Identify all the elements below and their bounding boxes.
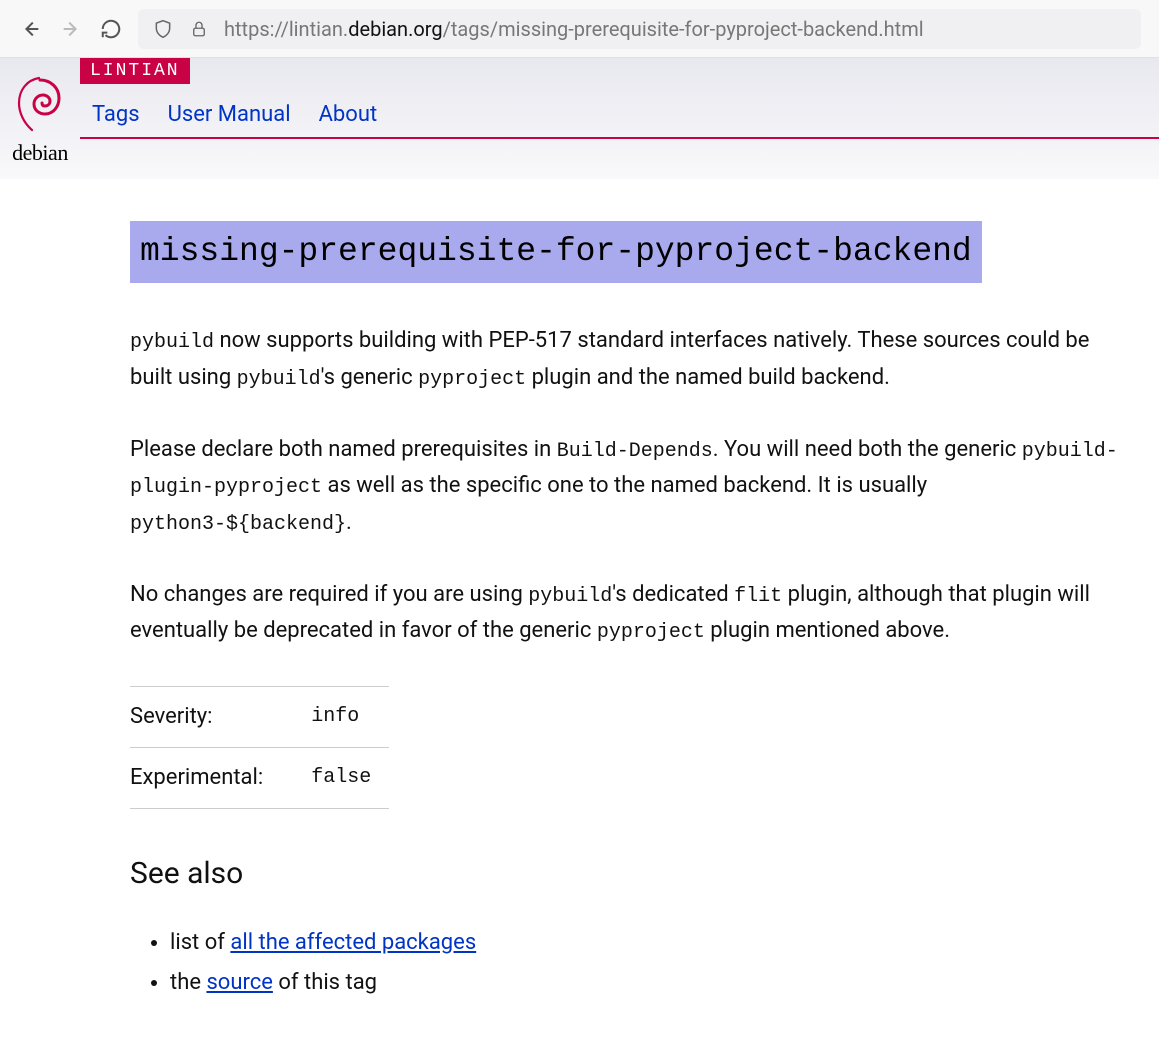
paragraph-3: No changes are required if you are using… [130, 577, 1135, 650]
code-python3-backend: python3-${backend} [130, 513, 346, 536]
paragraph-2: Please declare both named prerequisites … [130, 432, 1135, 541]
code-build-depends: Build-Depends [557, 440, 713, 463]
table-row: Experimental: false [130, 747, 389, 808]
list-item: the source of this tag [170, 965, 1135, 1001]
tag-title: missing-prerequisite-for-pyproject-backe… [130, 221, 982, 283]
see-also-heading: See also [130, 849, 1135, 899]
lock-icon [186, 16, 212, 42]
experimental-value: false [311, 747, 389, 808]
debian-swirl-icon [15, 74, 65, 136]
code-pybuild: pybuild [237, 368, 321, 391]
code-pyproject: pyproject [597, 621, 705, 644]
reload-button[interactable] [98, 16, 124, 42]
see-also-list: list of all the affected packages the so… [130, 925, 1135, 1002]
main-content: missing-prerequisite-for-pyproject-backe… [80, 179, 1159, 1001]
debian-wordmark: debian [0, 140, 80, 166]
table-row: Severity: info [130, 686, 389, 747]
link-source[interactable]: source [206, 970, 272, 995]
shield-icon [150, 16, 176, 42]
browser-toolbar: https://lintian.debian.org/tags/missing-… [0, 0, 1159, 58]
code-pyproject: pyproject [418, 368, 526, 391]
list-item: list of all the affected packages [170, 925, 1135, 961]
tab-tags[interactable]: Tags [92, 102, 140, 127]
severity-label: Severity: [130, 686, 311, 747]
logo-column: debian [0, 58, 80, 179]
code-pybuild: pybuild [130, 331, 214, 354]
back-button[interactable] [18, 16, 44, 42]
nav-tabs: Tags User Manual About [80, 84, 1159, 139]
tab-about[interactable]: About [319, 102, 378, 127]
forward-button[interactable] [58, 16, 84, 42]
code-flit: flit [734, 585, 782, 608]
paragraph-1: pybuild now supports building with PEP-5… [130, 323, 1135, 396]
code-pybuild: pybuild [528, 585, 612, 608]
link-affected-packages[interactable]: all the affected packages [230, 930, 476, 955]
metadata-table: Severity: info Experimental: false [130, 686, 389, 810]
tab-user-manual[interactable]: User Manual [168, 102, 291, 127]
experimental-label: Experimental: [130, 747, 311, 808]
lintian-badge: LINTIAN [80, 58, 190, 84]
address-bar[interactable]: https://lintian.debian.org/tags/missing-… [138, 9, 1141, 49]
severity-value: info [311, 686, 389, 747]
url-text: https://lintian.debian.org/tags/missing-… [224, 17, 924, 41]
